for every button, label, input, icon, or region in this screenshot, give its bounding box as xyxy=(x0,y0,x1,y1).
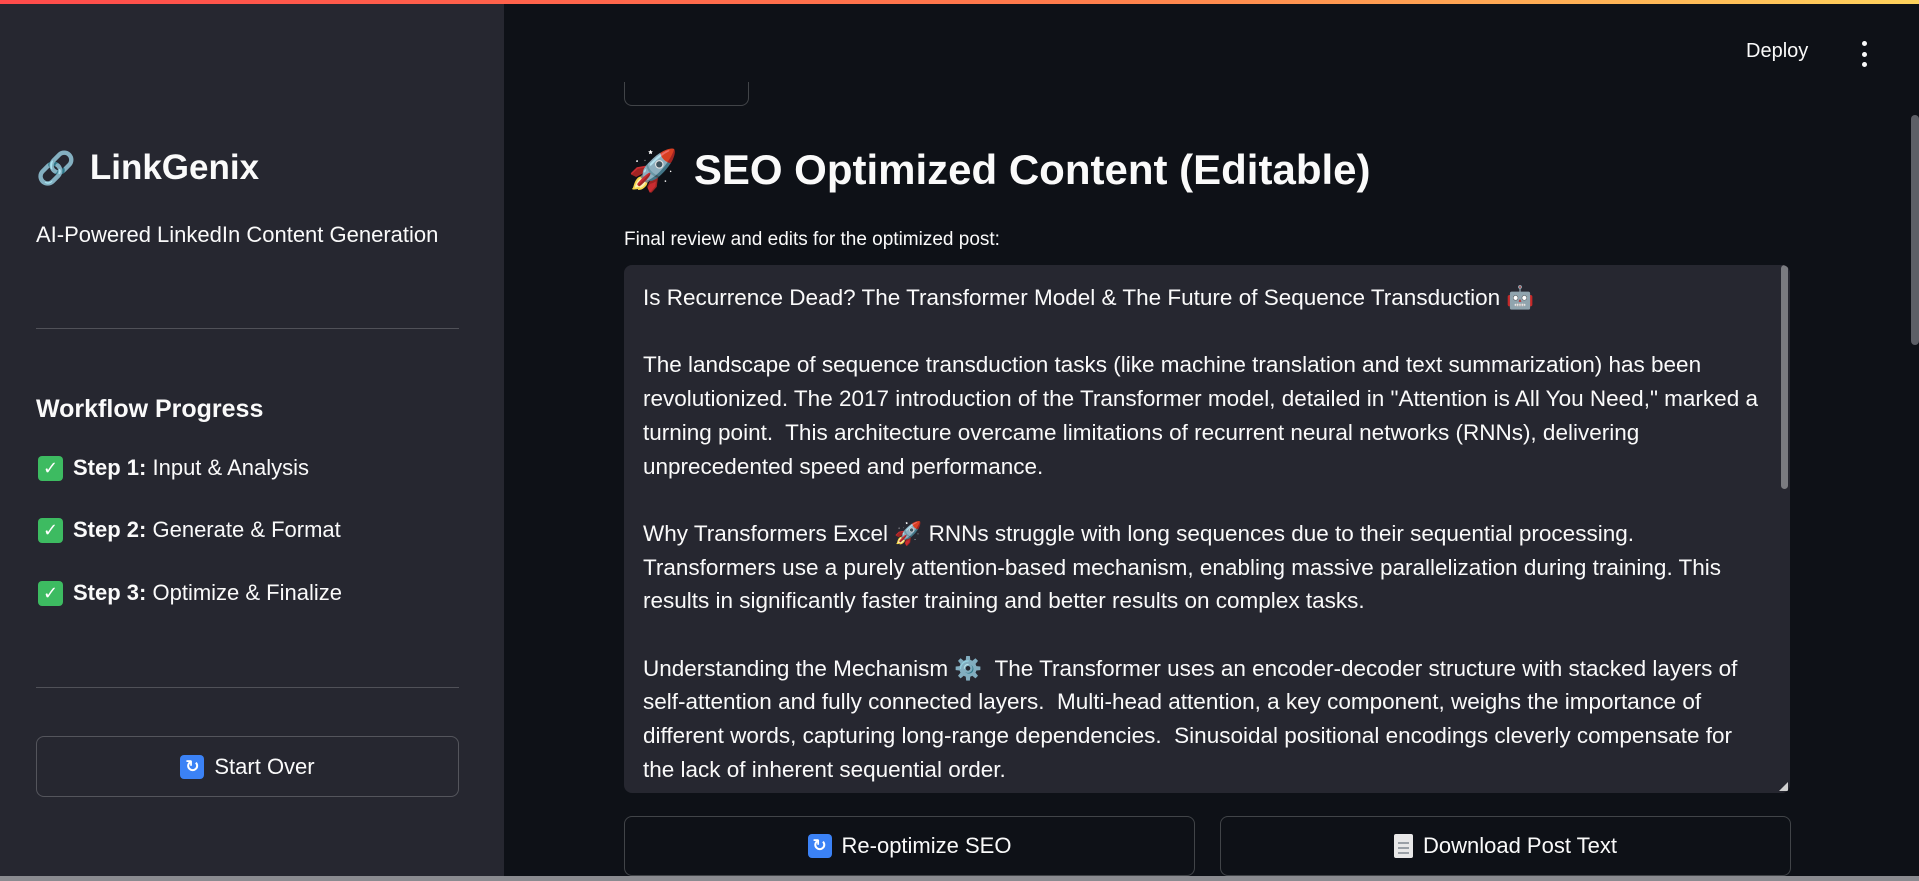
reoptimize-seo-button[interactable]: ↻ Re-optimize SEO xyxy=(624,816,1195,876)
step-label: Step 2: xyxy=(73,517,147,542)
step-text: Optimize & Finalize xyxy=(152,580,342,605)
post-paragraph: The landscape of sequence transduction t… xyxy=(643,352,1765,479)
page-title-text: SEO Optimized Content (Editable) xyxy=(693,146,1371,193)
workflow-step-1: ✓ Step 1: Input & Analysis xyxy=(38,455,309,481)
download-label: Download Post Text xyxy=(1422,833,1618,858)
workflow-step-3: ✓ Step 3: Optimize & Finalize xyxy=(38,580,342,606)
check-icon: ✓ xyxy=(38,455,63,481)
workflow-title: Workflow Progress xyxy=(36,395,264,423)
textarea-scrollbar[interactable] xyxy=(1781,265,1788,489)
post-textarea[interactable]: Is Recurrence Dead? The Transformer Mode… xyxy=(624,265,1790,793)
top-decoration-bar xyxy=(0,0,1919,4)
tagline: AI-Powered LinkedIn Content Generation xyxy=(36,222,439,247)
sidebar-divider-top xyxy=(36,328,459,329)
post-paragraph: Understanding the Mechanism ⚙️ The Trans… xyxy=(643,655,1744,782)
post-paragraph: Is Recurrence Dead? The Transformer Mode… xyxy=(643,285,1535,310)
refresh-icon: ↻ xyxy=(180,754,205,779)
step-label: Step 3: xyxy=(73,580,147,605)
resize-grip-icon[interactable] xyxy=(1779,782,1788,791)
horizontal-scrollbar[interactable] xyxy=(0,876,1919,881)
brand-name: LinkGenix xyxy=(89,148,260,187)
brand: 🔗 LinkGenix xyxy=(36,148,259,188)
document-icon xyxy=(1393,834,1413,858)
post-textarea-content[interactable]: Is Recurrence Dead? The Transformer Mode… xyxy=(643,281,1763,793)
post-paragraph: Why Transformers Excel 🚀 RNNs struggle w… xyxy=(643,520,1728,614)
step-label: Step 1: xyxy=(73,455,147,480)
page-scrollbar[interactable] xyxy=(1911,115,1919,345)
sidebar-divider-bottom xyxy=(36,687,459,688)
refresh-icon: ↻ xyxy=(807,834,832,858)
deploy-button[interactable]: Deploy xyxy=(1746,40,1808,63)
page-title: 🚀 SEO Optimized Content (Editable) xyxy=(628,146,1371,194)
post-textarea-label: Final review and edits for the optimized… xyxy=(624,229,1000,250)
main-menu-kebab-icon[interactable] xyxy=(1858,41,1870,67)
download-post-button[interactable]: Download Post Text xyxy=(1220,816,1791,876)
start-over-button[interactable]: ↻ Start Over xyxy=(36,736,459,797)
step-text: Generate & Format xyxy=(152,517,341,542)
reoptimize-label: Re-optimize SEO xyxy=(841,833,1012,858)
previous-element-edge xyxy=(624,82,749,106)
check-icon: ✓ xyxy=(38,580,63,606)
sidebar: 🔗 LinkGenix AI-Powered LinkedIn Content … xyxy=(0,0,504,881)
workflow-step-2: ✓ Step 2: Generate & Format xyxy=(38,517,341,543)
check-icon: ✓ xyxy=(38,517,63,543)
start-over-label: Start Over xyxy=(214,753,315,779)
step-text: Input & Analysis xyxy=(152,455,310,480)
link-icon: 🔗 xyxy=(36,150,76,186)
rocket-icon: 🚀 xyxy=(628,148,678,193)
